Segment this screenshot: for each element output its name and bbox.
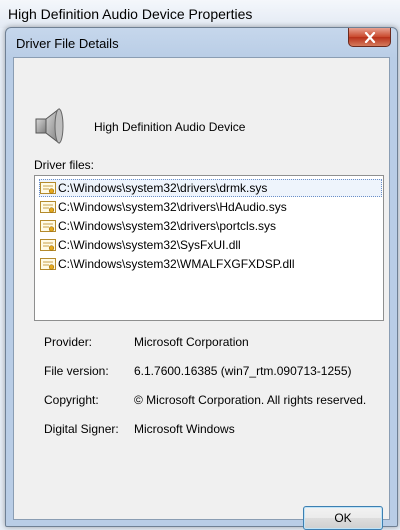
- dialog-title: Driver File Details: [16, 36, 119, 51]
- provider-value: Microsoft Corporation: [134, 335, 249, 349]
- parent-window-title: High Definition Audio Device Properties: [0, 0, 400, 28]
- driver-file-path: C:\Windows\system32\drivers\portcls.sys: [58, 219, 277, 233]
- driver-files-list[interactable]: C:\Windows\system32\drivers\drmk.sys C:\W…: [34, 175, 384, 321]
- driver-file-item[interactable]: C:\Windows\system32\drivers\drmk.sys: [39, 179, 382, 197]
- close-button[interactable]: [348, 28, 391, 47]
- provider-label: Provider:: [44, 335, 93, 349]
- driver-file-path: C:\Windows\system32\drivers\HdAudio.sys: [58, 200, 287, 214]
- dialog-client-area: High Definition Audio Device Driver file…: [13, 57, 390, 530]
- certificate-file-icon: [40, 200, 56, 214]
- driver-file-path: C:\Windows\system32\SysFxUI.dll: [58, 238, 241, 252]
- driver-file-details-dialog: Driver File Details High Definition Audi…: [5, 27, 398, 530]
- digital-signer-value: Microsoft Windows: [134, 422, 235, 436]
- driver-files-label: Driver files:: [34, 158, 95, 172]
- file-version-label: File version:: [44, 364, 109, 378]
- driver-file-path: C:\Windows\system32\WMALFXGFXDSP.dll: [58, 257, 295, 271]
- driver-file-item[interactable]: C:\Windows\system32\SysFxUI.dll: [39, 236, 382, 254]
- file-version-value: 6.1.7600.16385 (win7_rtm.090713-1255): [134, 364, 352, 378]
- certificate-file-icon: [40, 238, 56, 252]
- close-icon: [364, 31, 375, 43]
- digital-signer-label: Digital Signer:: [44, 422, 119, 436]
- driver-file-item[interactable]: C:\Windows\system32\drivers\portcls.sys: [39, 217, 382, 235]
- certificate-file-icon: [40, 219, 56, 233]
- driver-file-item[interactable]: C:\Windows\system32\drivers\HdAudio.sys: [39, 198, 382, 216]
- certificate-file-icon: [40, 181, 56, 195]
- copyright-value: © Microsoft Corporation. All rights rese…: [134, 393, 367, 407]
- certificate-file-icon: [40, 257, 56, 271]
- ok-button[interactable]: OK: [303, 506, 383, 530]
- device-name: High Definition Audio Device: [94, 120, 246, 134]
- speaker-icon: [35, 107, 64, 145]
- driver-file-item[interactable]: C:\Windows\system32\WMALFXGFXDSP.dll: [39, 255, 382, 273]
- copyright-label: Copyright:: [44, 393, 99, 407]
- driver-file-path: C:\Windows\system32\drivers\drmk.sys: [58, 181, 268, 195]
